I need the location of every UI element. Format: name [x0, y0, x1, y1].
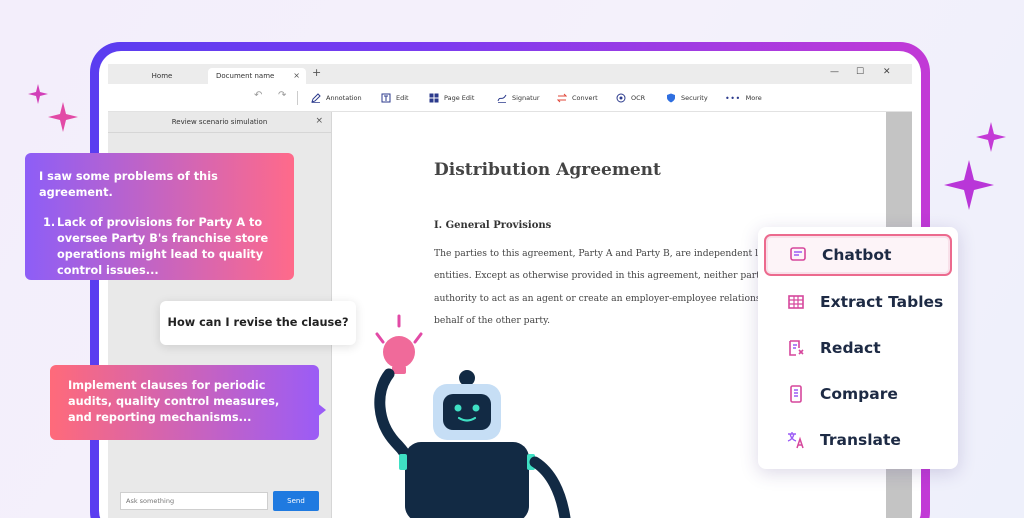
sparkle-icon [944, 160, 994, 210]
ai-message-bubble: I saw some problems of this agreement. 1… [25, 153, 294, 280]
toolbar-ocr[interactable]: OCR [616, 92, 645, 104]
toolbar-label: OCR [631, 94, 646, 102]
menu-item-redact[interactable]: Redact [764, 327, 952, 369]
toolbar-page-edit[interactable]: Page Edit [429, 92, 474, 104]
close-icon[interactable]: × [293, 68, 300, 84]
toolbar-label: Edit [396, 94, 409, 102]
toolbar-label: Annotation [326, 94, 362, 102]
toolbar-more[interactable]: ••• More [725, 92, 762, 104]
document-line: entities. Except as otherwise provided i… [434, 270, 764, 281]
redact-icon [789, 340, 804, 356]
table-icon [788, 295, 804, 309]
toolbar-label: Security [681, 94, 708, 102]
user-question-bubble: How can I revise the clause? [160, 301, 356, 345]
menu-item-compare[interactable]: Compare [764, 373, 952, 415]
toolbar-label: Page Edit [444, 94, 475, 102]
tab-label: Document name [216, 72, 275, 80]
grid-icon [429, 93, 439, 103]
more-icon: ••• [725, 93, 741, 103]
edit-icon [381, 93, 391, 103]
sparkle-icon [28, 84, 48, 104]
close-icon[interactable]: × [315, 116, 323, 126]
menu-item-translate[interactable]: Translate [764, 419, 952, 461]
document-line: The parties to this agreement, Party A a… [434, 248, 759, 259]
bubble-tail [316, 402, 326, 418]
robot-mascot-illustration [374, 314, 571, 518]
chat-icon [790, 247, 806, 261]
translate-icon [787, 432, 804, 449]
pen-icon [311, 93, 321, 103]
toolbar-label: More [745, 94, 762, 102]
undo-icon[interactable]: ↶ [254, 90, 262, 101]
features-menu: Chatbot Extract Tables Redact Compare Tr… [758, 227, 958, 469]
toolbar-divider [297, 91, 298, 105]
convert-icon [557, 93, 567, 103]
ai-message-intro: I saw some problems of this agreement. [39, 170, 218, 199]
signature-icon [497, 94, 507, 103]
document-heading: I. General Provisions [434, 220, 552, 231]
tab-home[interactable]: Home [132, 68, 192, 84]
panel-title: Review scenario simulation [171, 118, 268, 126]
menu-item-extract-tables[interactable]: Extract Tables [764, 281, 952, 323]
toolbar-annotation[interactable]: Annotation [311, 92, 362, 104]
toolbar-label: Signatur [512, 94, 540, 102]
menu-item-label: Translate [820, 431, 901, 449]
ocr-icon [616, 93, 626, 103]
document-line: authority to act as an agent or create a… [434, 293, 761, 304]
document-title: Distribution Agreement [434, 160, 661, 180]
sparkle-icon [48, 102, 78, 132]
send-button[interactable]: Send [273, 491, 319, 511]
toolbar: ↶ ↷ Annotation Edit Page Edit Signatur C… [108, 84, 912, 112]
menu-item-label: Compare [820, 385, 898, 403]
redo-icon[interactable]: ↷ [278, 90, 286, 101]
lightbulb-icon [375, 314, 423, 374]
list-number: 1. [43, 216, 56, 229]
sparkle-icon [976, 122, 1006, 152]
tab-label: Home [151, 72, 173, 80]
add-tab-button[interactable]: + [312, 66, 321, 79]
ai-suggestion-bubble: Implement clauses for periodic audits, q… [50, 365, 319, 440]
ai-message-item-text: Lack of provisions for Party A to overse… [57, 216, 269, 277]
toolbar-edit[interactable]: Edit [381, 92, 409, 104]
maximize-button[interactable]: ☐ [856, 67, 864, 77]
ai-message-list-item: 1. Lack of provisions for Party A to ove… [39, 215, 280, 279]
toolbar-convert[interactable]: Convert [557, 92, 598, 104]
tab-bar: Home Document name × + — ☐ ✕ [108, 64, 912, 84]
divider [108, 132, 331, 133]
menu-item-chatbot[interactable]: Chatbot [764, 234, 952, 276]
ask-input[interactable] [120, 492, 268, 510]
close-window-button[interactable]: ✕ [883, 67, 891, 77]
tab-document[interactable]: Document name × [208, 68, 306, 84]
toolbar-security[interactable]: Security [666, 92, 708, 104]
menu-item-label: Extract Tables [820, 293, 944, 311]
menu-item-label: Redact [820, 339, 881, 357]
minimize-button[interactable]: — [830, 67, 839, 77]
menu-item-label: Chatbot [822, 246, 892, 264]
toolbar-label: Convert [572, 94, 598, 102]
toolbar-signature[interactable]: Signatur [497, 92, 540, 104]
compare-icon [790, 385, 802, 403]
shield-icon [667, 93, 675, 103]
